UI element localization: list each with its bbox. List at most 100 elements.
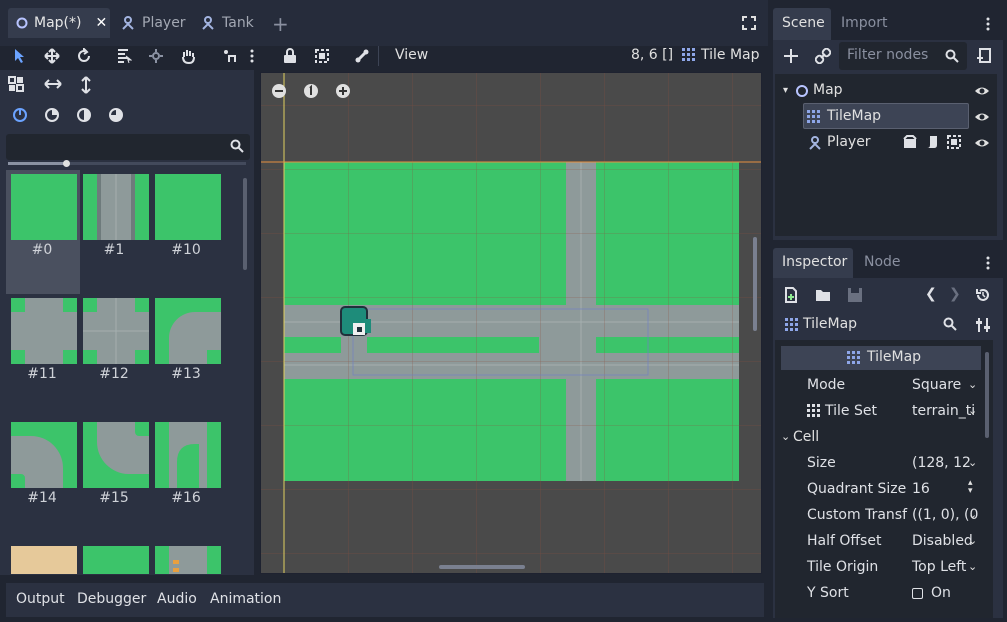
viewport-hscrollbar[interactable] xyxy=(439,565,525,569)
rotate-90-icon[interactable] xyxy=(44,107,60,127)
rotate-270-icon[interactable] xyxy=(108,107,124,127)
search-icon[interactable] xyxy=(943,317,957,335)
view-menu[interactable]: View xyxy=(395,47,428,63)
player-sprite[interactable] xyxy=(340,306,371,336)
node-map[interactable]: Map xyxy=(813,82,843,98)
chevron-down-icon[interactable]: ⌄ xyxy=(968,404,977,417)
tab-map[interactable]: Map(*) ✕ xyxy=(8,8,110,38)
select-tool-icon[interactable] xyxy=(8,44,32,68)
dock-menu-icon[interactable] xyxy=(986,16,990,36)
node-tilemap[interactable]: TileMap xyxy=(827,108,881,124)
link-icon[interactable] xyxy=(814,47,832,68)
tile-zoom-slider[interactable] xyxy=(8,160,246,167)
lock-icon[interactable] xyxy=(278,44,302,68)
tilemap-menu[interactable]: Tile Map xyxy=(682,47,760,63)
save-icon[interactable] xyxy=(847,287,863,307)
zoom-in-icon[interactable] xyxy=(335,83,351,103)
collapse-arrow-icon[interactable]: ▾ xyxy=(783,85,788,96)
chevron-down-icon[interactable]: ⌄ xyxy=(968,534,977,547)
prop-tileorigin-value[interactable]: Top Left xyxy=(912,559,966,575)
tile-0[interactable] xyxy=(11,174,77,240)
rotate-tool-icon[interactable] xyxy=(72,44,96,68)
chevron-down-icon[interactable]: ⌄ xyxy=(968,456,977,469)
bottom-tab-animation[interactable]: Animation xyxy=(210,591,281,607)
inspected-object[interactable]: TileMap xyxy=(803,316,857,332)
tile-15[interactable] xyxy=(83,422,149,488)
tile-10[interactable] xyxy=(155,174,221,240)
history-forward-icon[interactable]: ❯ xyxy=(949,286,961,302)
tools-icon[interactable] xyxy=(975,317,991,337)
node-player[interactable]: Player xyxy=(827,134,871,150)
prop-quadrant-value[interactable]: 16 xyxy=(912,481,930,497)
new-resource-icon[interactable] xyxy=(783,287,799,307)
tile-1[interactable] xyxy=(83,174,149,240)
add-node-icon[interactable] xyxy=(783,48,799,68)
tile-13[interactable] xyxy=(155,298,221,364)
bone-icon[interactable] xyxy=(350,44,374,68)
tile-11[interactable] xyxy=(11,298,77,364)
tile-search-input[interactable] xyxy=(6,134,250,160)
zoom-out-icon[interactable] xyxy=(271,83,287,103)
list-select-icon[interactable] xyxy=(112,44,136,68)
canvas-viewport[interactable] xyxy=(260,72,762,574)
prop-mode-value[interactable]: Square xyxy=(912,377,961,393)
chevron-down-icon[interactable]: ⌄ xyxy=(968,378,977,391)
inspector-scrollbar[interactable] xyxy=(985,352,989,438)
visibility-icon[interactable] xyxy=(974,110,990,128)
fullscreen-icon[interactable] xyxy=(741,15,757,31)
tile-road-partial[interactable] xyxy=(155,546,221,574)
add-tab-icon[interactable]: + xyxy=(272,12,289,36)
collapse-arrow-icon[interactable]: ⌄ xyxy=(781,430,790,443)
dock-menu-icon[interactable] xyxy=(986,255,990,275)
tab-player[interactable]: Player xyxy=(120,8,200,38)
palette-scrollbar[interactable] xyxy=(243,178,247,270)
instance-scene-icon[interactable] xyxy=(976,48,992,68)
flip-vertical-icon[interactable] xyxy=(78,76,94,98)
filter-nodes-input[interactable]: Filter nodes xyxy=(839,42,967,70)
ysort-checkbox[interactable] xyxy=(912,588,923,599)
rotate-0-icon[interactable] xyxy=(12,107,28,127)
group-icon[interactable] xyxy=(947,135,961,153)
tile-14[interactable] xyxy=(11,422,77,488)
visibility-icon[interactable] xyxy=(974,84,990,102)
prop-tileset-value[interactable]: terrain_ti xyxy=(912,403,975,419)
chevron-down-icon[interactable]: ⌄ xyxy=(968,560,977,573)
script-icon[interactable] xyxy=(925,135,939,153)
instanced-scene-icon[interactable] xyxy=(903,135,917,153)
pivot-tool-icon[interactable] xyxy=(144,44,168,68)
pan-tool-icon[interactable] xyxy=(176,44,200,68)
tab-scene[interactable]: Scene xyxy=(773,8,831,40)
visibility-icon[interactable] xyxy=(974,136,990,154)
tilemap-canvas[interactable] xyxy=(261,73,762,574)
tilemap-grid-icon[interactable] xyxy=(8,76,24,92)
zoom-reset-icon[interactable] xyxy=(303,83,319,103)
slider-grabber[interactable] xyxy=(63,160,70,167)
tab-import[interactable]: Import xyxy=(841,15,887,31)
viewport-vscrollbar[interactable] xyxy=(753,237,757,331)
tile-grass-partial[interactable] xyxy=(83,546,149,574)
section-cell[interactable]: Cell xyxy=(793,429,819,445)
bottom-tab-output[interactable]: Output xyxy=(16,591,65,607)
bottom-tab-debugger[interactable]: Debugger xyxy=(77,591,146,607)
history-back-icon[interactable]: ❮ xyxy=(925,286,937,302)
prop-size-value[interactable]: (128, 12 xyxy=(912,455,971,471)
chevron-down-icon[interactable]: ⌄ xyxy=(968,508,977,521)
object-history-icon[interactable] xyxy=(975,287,991,307)
rotate-180-icon[interactable] xyxy=(76,107,92,127)
group-icon[interactable] xyxy=(310,44,334,68)
tile-16[interactable] xyxy=(155,422,221,488)
spinner-icon[interactable]: ▴ ▾ xyxy=(968,479,973,496)
tile-12[interactable] xyxy=(83,298,149,364)
flip-horizontal-icon[interactable] xyxy=(44,76,62,96)
close-icon[interactable]: ✕ xyxy=(95,15,107,31)
move-tool-icon[interactable] xyxy=(40,44,64,68)
bottom-tab-audio[interactable]: Audio xyxy=(157,591,197,607)
tile-sand[interactable] xyxy=(11,546,77,574)
prop-halfoffset-value[interactable]: Disabled xyxy=(912,533,973,549)
snap-tool-icon[interactable] xyxy=(218,44,242,68)
more-options-icon[interactable] xyxy=(246,44,258,68)
tab-tank[interactable]: Tank xyxy=(200,8,270,38)
tab-inspector[interactable]: Inspector xyxy=(773,248,853,278)
tab-node[interactable]: Node xyxy=(864,254,901,270)
open-folder-icon[interactable] xyxy=(815,287,831,307)
